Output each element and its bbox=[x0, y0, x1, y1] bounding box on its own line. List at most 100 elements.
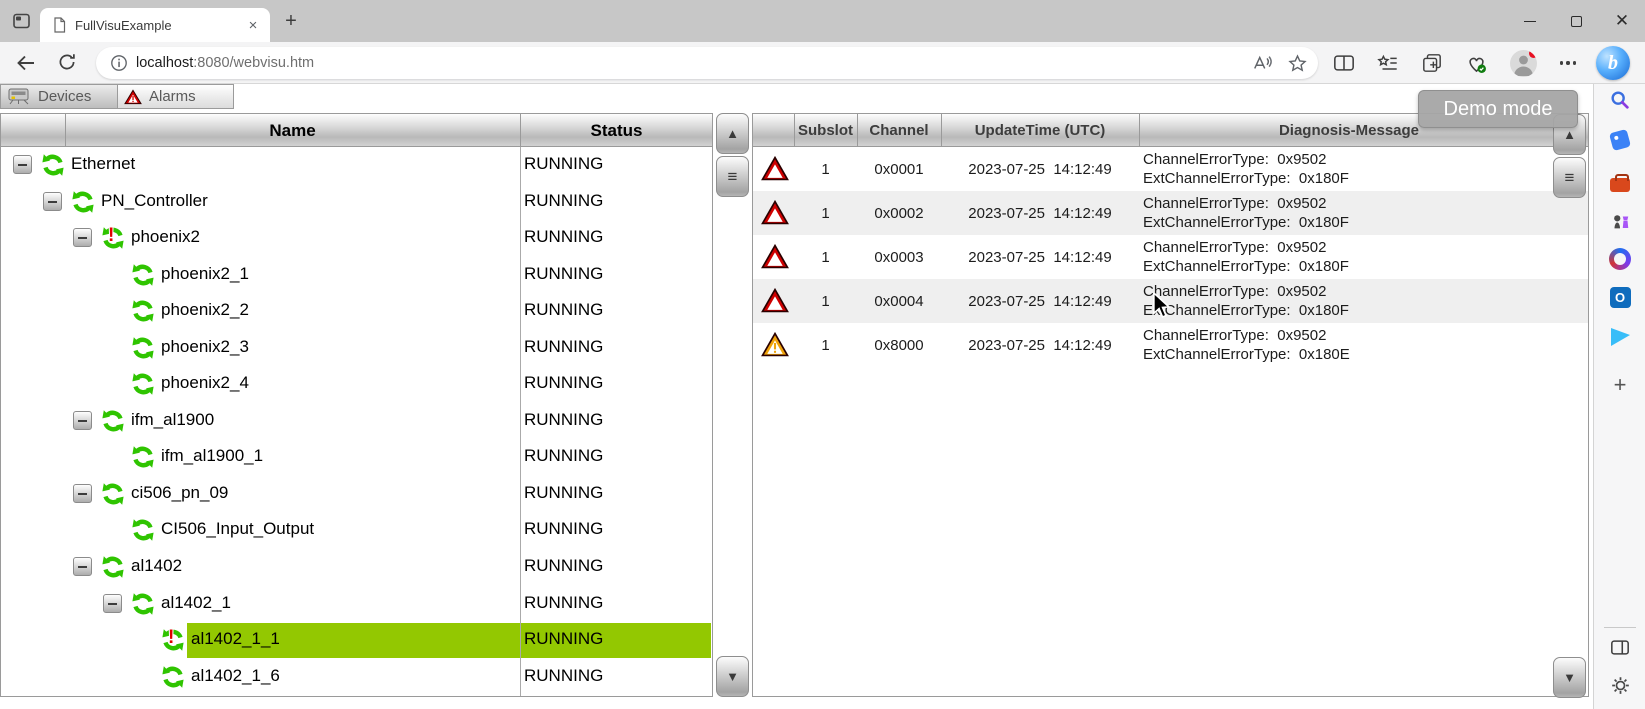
sidebar-search-icon[interactable] bbox=[1608, 88, 1632, 112]
sidebar-tools-icon[interactable] bbox=[1608, 170, 1632, 194]
column-header-status[interactable]: Status bbox=[520, 114, 713, 147]
tree-scroll-up-icon[interactable]: ▲ bbox=[716, 113, 749, 154]
profile-avatar[interactable] bbox=[1510, 50, 1537, 77]
browser-tab-title: FullVisuExample bbox=[75, 18, 244, 33]
alarm-subslot: 1 bbox=[794, 323, 857, 367]
tree-row[interactable]: PN_ControllerRUNNING bbox=[1, 184, 712, 221]
tree-row[interactable]: al1402RUNNING bbox=[1, 549, 712, 586]
tree-row[interactable]: al1402_1_6RUNNING bbox=[1, 659, 712, 696]
tree-row[interactable]: phoenix2_2RUNNING bbox=[1, 293, 712, 330]
device-tree-header: Name Status bbox=[1, 114, 712, 147]
back-icon[interactable] bbox=[14, 51, 38, 75]
tree-collapse-icon[interactable] bbox=[73, 228, 92, 247]
refresh-icon[interactable] bbox=[56, 51, 80, 75]
tree-row[interactable]: !phoenix2RUNNING bbox=[1, 220, 712, 257]
tree-collapse-icon[interactable] bbox=[73, 484, 92, 503]
device-running-icon bbox=[71, 190, 95, 214]
collections-icon[interactable] bbox=[1420, 51, 1444, 75]
split-screen-icon[interactable] bbox=[1332, 51, 1356, 75]
device-running-icon bbox=[131, 299, 155, 323]
sidebar-games-icon[interactable] bbox=[1608, 210, 1632, 234]
sidebar-drop-paper-plane-icon[interactable] bbox=[1608, 325, 1632, 349]
device-running-error-icon: ! bbox=[101, 226, 125, 250]
alarm-row[interactable]: 10x00032023-07-25 14:12:49ChannelErrorTy… bbox=[753, 235, 1588, 279]
window-minimize-button[interactable] bbox=[1507, 0, 1553, 42]
device-running-icon bbox=[161, 665, 185, 689]
tree-row[interactable]: ci506_pn_09RUNNING bbox=[1, 476, 712, 513]
browser-essentials-icon[interactable] bbox=[1464, 51, 1488, 75]
device-running-icon bbox=[101, 555, 125, 579]
tree-row-label: al1402 bbox=[131, 556, 182, 576]
tree-row[interactable]: CI506_Input_OutputRUNNING bbox=[1, 512, 712, 549]
tree-collapse-icon[interactable] bbox=[43, 192, 62, 211]
tree-row[interactable]: phoenix2_3RUNNING bbox=[1, 330, 712, 367]
read-aloud-icon[interactable] bbox=[1251, 53, 1273, 73]
alarm-row[interactable]: 10x00012023-07-25 14:12:49ChannelErrorTy… bbox=[753, 147, 1588, 191]
column-header-name[interactable]: Name bbox=[65, 114, 520, 147]
tree-row-status: RUNNING bbox=[524, 373, 603, 393]
sidebar-add-icon[interactable]: + bbox=[1608, 373, 1632, 397]
column-header-subslot[interactable]: Subslot bbox=[794, 114, 857, 147]
browser-tab[interactable]: FullVisuExample × bbox=[40, 8, 270, 42]
tree-row-label: ifm_al1900 bbox=[131, 410, 214, 430]
site-info-icon[interactable] bbox=[110, 54, 128, 72]
alarm-updatetime: 2023-07-25 14:12:49 bbox=[941, 323, 1139, 367]
tab-close-icon[interactable]: × bbox=[244, 16, 262, 34]
tree-scroll-down-icon[interactable]: ▼ bbox=[716, 656, 749, 697]
window-close-button[interactable]: ✕ bbox=[1599, 0, 1645, 42]
settings-menu-icon[interactable] bbox=[1556, 51, 1580, 75]
alarm-scroll-down-icon[interactable]: ▼ bbox=[1553, 657, 1586, 698]
alarm-row[interactable]: 10x80002023-07-25 14:12:49ChannelErrorTy… bbox=[753, 323, 1588, 367]
profile-notification-dot bbox=[1529, 50, 1537, 58]
tree-row[interactable]: al1402_1RUNNING bbox=[1, 586, 712, 623]
alarm-error-icon bbox=[761, 156, 789, 186]
edge-sidebar: O + bbox=[1593, 84, 1645, 709]
tree-row-status: RUNNING bbox=[524, 191, 603, 211]
tree-row[interactable]: ifm_al1900_1 RUNNING bbox=[1, 439, 712, 476]
tab-actions-icon[interactable] bbox=[10, 9, 34, 33]
tree-row-label: Ethernet bbox=[71, 154, 135, 174]
sidebar-shopping-icon[interactable] bbox=[1608, 128, 1632, 152]
alarm-diagnosis-message: ChannelErrorType: 0x9502 ExtChannelError… bbox=[1143, 150, 1349, 188]
sidebar-outlook-icon[interactable]: O bbox=[1608, 285, 1632, 309]
tree-collapse-icon[interactable] bbox=[73, 411, 92, 430]
tree-collapse-icon[interactable] bbox=[73, 557, 92, 576]
favorite-star-icon[interactable] bbox=[1287, 53, 1308, 74]
tree-row[interactable]: Ethernet RUNNING bbox=[1, 147, 712, 184]
tree-row[interactable]: phoenix2_4RUNNING bbox=[1, 366, 712, 403]
alarm-error-icon bbox=[761, 288, 789, 318]
tree-collapse-icon[interactable] bbox=[13, 155, 32, 174]
copilot-icon[interactable]: b bbox=[1596, 46, 1630, 80]
address-url[interactable]: localhost:8080/webvisu.htm bbox=[136, 55, 314, 71]
sidebar-panel-toggle-icon[interactable] bbox=[1608, 635, 1632, 659]
favorites-list-icon[interactable] bbox=[1376, 51, 1400, 75]
alarm-row[interactable]: 10x00022023-07-25 14:12:49ChannelErrorTy… bbox=[753, 191, 1588, 235]
tree-collapse-icon[interactable] bbox=[103, 594, 122, 613]
alarm-updatetime: 2023-07-25 14:12:49 bbox=[941, 279, 1139, 323]
alarm-channel: 0x8000 bbox=[857, 323, 941, 367]
tab-alarms[interactable]: Alarms bbox=[118, 84, 234, 109]
new-tab-button[interactable]: + bbox=[280, 10, 302, 32]
column-header-updatetime[interactable]: UpdateTime (UTC) bbox=[941, 114, 1139, 147]
tree-row-label: ifm_al1900_1 bbox=[161, 446, 263, 466]
tree-row[interactable]: phoenix2_1RUNNING bbox=[1, 257, 712, 294]
tree-row-status: RUNNING bbox=[524, 629, 603, 649]
column-header-channel[interactable]: Channel bbox=[857, 114, 941, 147]
alarm-updatetime: 2023-07-25 14:12:49 bbox=[941, 147, 1139, 191]
sidebar-settings-gear-icon[interactable] bbox=[1608, 673, 1632, 697]
page-favicon bbox=[52, 17, 67, 33]
tree-row-status: RUNNING bbox=[524, 154, 603, 174]
alarm-scroll-thumb[interactable]: ≡ bbox=[1553, 157, 1586, 198]
alarm-subslot: 1 bbox=[794, 235, 857, 279]
tree-scroll-thumb[interactable]: ≡ bbox=[716, 156, 749, 197]
sidebar-microsoft365-icon[interactable] bbox=[1608, 247, 1632, 271]
alarm-warning-icon bbox=[761, 332, 789, 362]
window-maximize-button[interactable] bbox=[1553, 0, 1599, 42]
tree-row[interactable]: ifm_al1900RUNNING bbox=[1, 403, 712, 440]
alarm-error-icon bbox=[761, 200, 789, 230]
tree-row[interactable]: !al1402_1_1RUNNING bbox=[1, 622, 712, 659]
tree-row-label: phoenix2_1 bbox=[161, 264, 249, 284]
tab-devices[interactable]: Devices bbox=[0, 84, 118, 109]
address-bar[interactable]: localhost:8080/webvisu.htm bbox=[96, 47, 1318, 79]
tree-row-status: RUNNING bbox=[524, 446, 603, 466]
